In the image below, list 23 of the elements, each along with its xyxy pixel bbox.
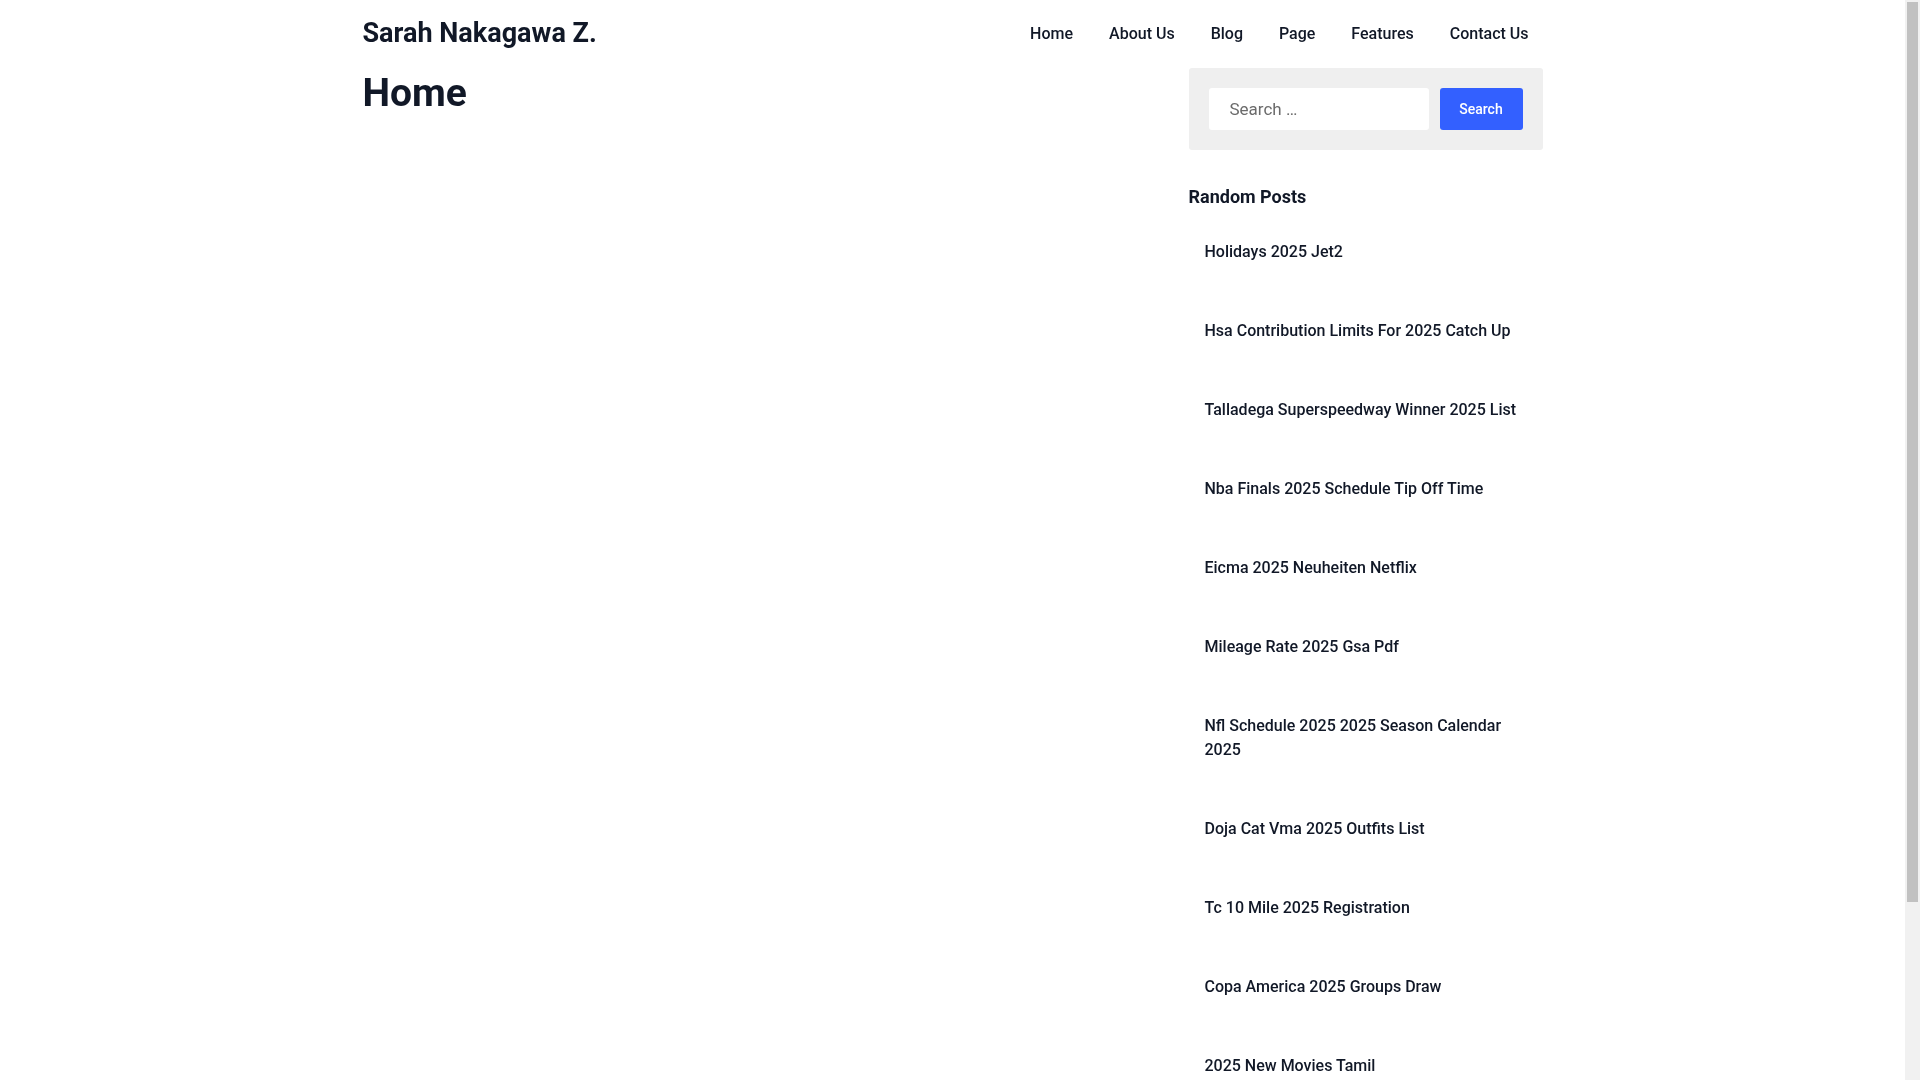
nav-link[interactable]: Features — [1351, 21, 1414, 46]
scrollbar-drawing[interactable] — [1905, 0, 1920, 1080]
post-link[interactable]: Eicma 2025 Neuheiten Netflix — [1204, 556, 1535, 580]
post-link[interactable]: Nba Finals 2025 Schedule Tip Off Time — [1204, 477, 1535, 501]
widget-title: Random Posts — [1188, 186, 1308, 208]
nav-link[interactable]: Contact Us — [1449, 21, 1529, 46]
page-title: Home — [362, 69, 467, 118]
post-link[interactable]: 2025 New Movies Tamil — [1204, 1054, 1535, 1078]
post-link[interactable]: Tc 10 Mile 2025 Registration — [1204, 896, 1535, 920]
nav-link[interactable]: Page — [1278, 21, 1316, 46]
post-link[interactable]: Doja Cat Vma 2025 Outfits List — [1204, 817, 1535, 841]
nav-link[interactable]: Blog — [1210, 21, 1243, 46]
site-title[interactable]: Sarah Nakagawa Z. — [362, 13, 597, 54]
post-link[interactable]: Holidays 2025 Jet2 — [1204, 240, 1535, 264]
post-link[interactable]: Copa America 2025 Groups Draw — [1204, 975, 1535, 999]
post-link[interactable]: Talladega Superspeedway Winner 2025 List — [1204, 398, 1535, 422]
post-link[interactable]: Mileage Rate 2025 Gsa Pdf — [1204, 635, 1535, 659]
post-link[interactable]: Nfl Schedule 2025 2025 Season Calendar 2025 — [1204, 714, 1535, 762]
nav-link[interactable]: About Us — [1109, 21, 1175, 46]
search-button[interactable]: Search — [1439, 88, 1523, 130]
post-link[interactable]: Hsa Contribution Limits For 2025 Catch Up — [1204, 319, 1535, 343]
nav-link[interactable]: Home — [1030, 21, 1074, 46]
search-field[interactable]: Search … — [1208, 88, 1429, 130]
